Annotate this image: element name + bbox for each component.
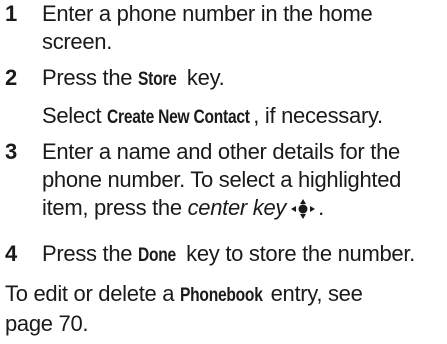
step-number: 2 bbox=[5, 65, 18, 90]
step-1: 1 Enter a phone number in the home scree… bbox=[0, 0, 447, 56]
done-key-label: Done bbox=[138, 245, 177, 266]
step-text-post: key to store the number. bbox=[180, 241, 415, 266]
step-line-3-post: . bbox=[318, 195, 324, 220]
step-number: 1 bbox=[5, 1, 18, 26]
step-4: 4 Press the Done key to store the number… bbox=[0, 240, 447, 268]
footer-post: entry, see bbox=[264, 281, 363, 306]
step-text: Select Create New Contact, if necessary. bbox=[42, 102, 442, 132]
center-key-icon bbox=[291, 199, 316, 220]
step-number: 4 bbox=[5, 241, 18, 266]
step-line-3: item, press the center key . bbox=[42, 194, 442, 222]
step-line-1: Enter a name and other details for the bbox=[42, 139, 400, 164]
footer-pre: To edit or delete a bbox=[5, 281, 181, 306]
center-key-label: center key bbox=[187, 195, 287, 220]
step-text-pre: Select bbox=[42, 103, 108, 128]
footer-line-1: To edit or delete a Phonebook entry, see bbox=[5, 280, 445, 310]
create-new-contact-label: Create New Contact bbox=[107, 107, 250, 128]
step-2-subline: Select Create New Contact, if necessary. bbox=[0, 102, 447, 130]
footer-line-2: page 70. bbox=[5, 311, 89, 336]
step-text-post: , if necessary. bbox=[253, 103, 383, 128]
step-text: Press the Store key. bbox=[42, 64, 442, 94]
step-line-2: phone number. To select a highlighted bbox=[42, 167, 402, 192]
store-key-label: Store bbox=[138, 69, 177, 90]
instruction-page: 1 Enter a phone number in the home scree… bbox=[0, 0, 447, 344]
step-text-pre: Press the bbox=[42, 65, 139, 90]
step-text: Enter a phone number in the home screen. bbox=[42, 1, 373, 54]
step-number: 3 bbox=[5, 139, 18, 164]
step-line-3-pre: item, press the bbox=[42, 195, 188, 220]
footer-note: To edit or delete a Phonebook entry, see… bbox=[5, 280, 445, 338]
step-3: 3 Enter a name and other details for the… bbox=[0, 138, 447, 224]
step-text: Enter a name and other details for the p… bbox=[42, 138, 442, 222]
step-text-pre: Press the bbox=[42, 241, 139, 266]
step-text-post: key. bbox=[181, 65, 225, 90]
step-2: 2 Press the Store key. bbox=[0, 64, 447, 92]
phonebook-label: Phonebook bbox=[180, 285, 263, 306]
step-text: Press the Done key to store the number. bbox=[42, 240, 442, 270]
